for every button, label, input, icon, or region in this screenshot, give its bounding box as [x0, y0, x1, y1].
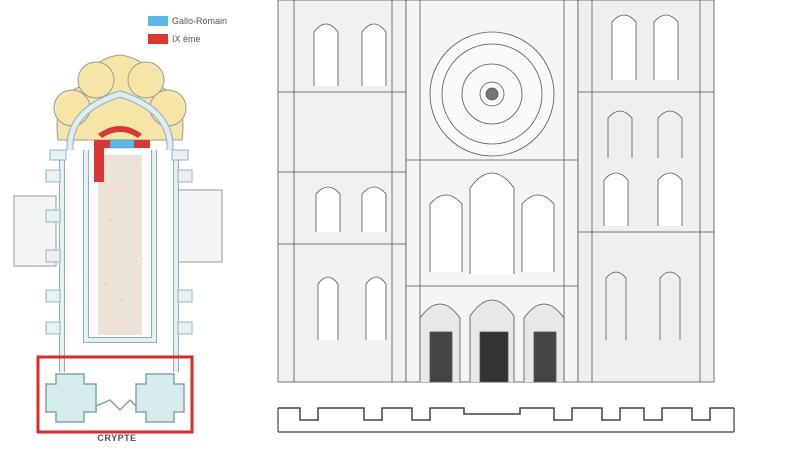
lancet-window-right [521, 194, 555, 272]
facade-ground-plan [278, 407, 734, 421]
gallo-romain-wall [109, 139, 135, 149]
stage: Gallo-Romain IX ème CRYPTE [0, 0, 800, 450]
crypt-label: CRYPTE [97, 433, 137, 443]
facade-elevation-drawing [277, 0, 735, 433]
north-tower [277, 0, 407, 383]
south-tower [577, 0, 715, 383]
crypt-floor-plan-panel: Gallo-Romain IX ème CRYPTE [0, 0, 234, 450]
west-crypt [45, 373, 185, 423]
floor-plan-drawing [13, 54, 223, 434]
lancet-window-center [469, 172, 515, 274]
facade-elevation-panel [234, 0, 800, 450]
royal-portal [419, 299, 565, 383]
lancet-window-left [429, 194, 463, 272]
